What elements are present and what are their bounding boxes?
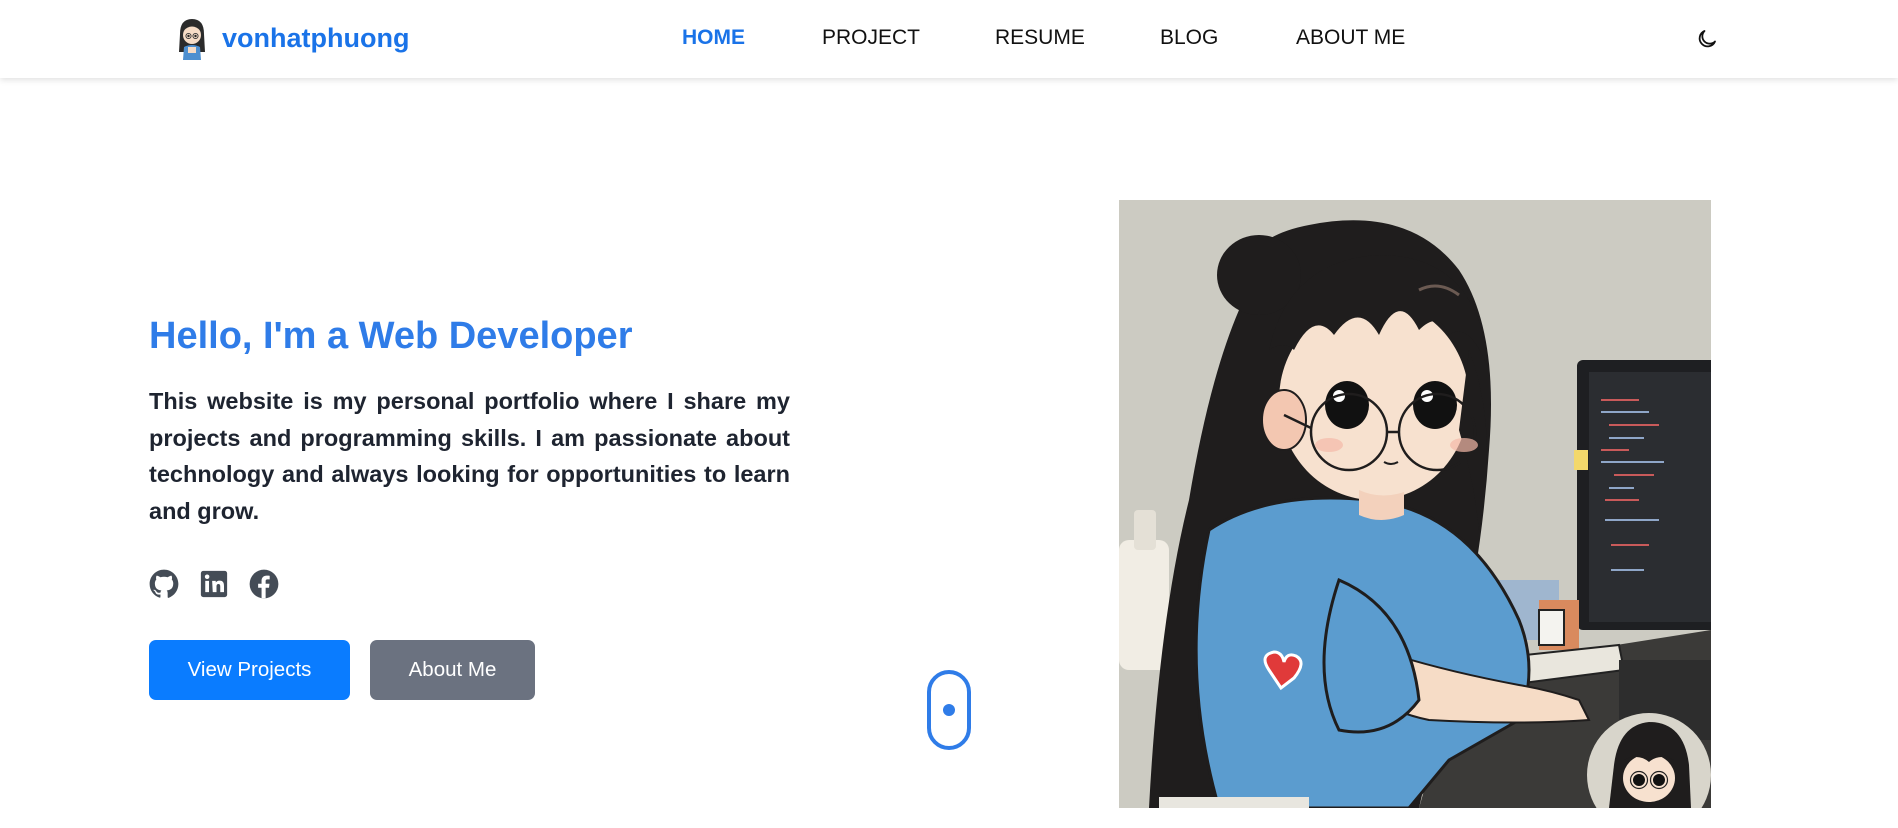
view-projects-button[interactable]: View Projects	[149, 640, 350, 700]
navbar: vonhatphuong HOME PROJECT RESUME BLOG AB…	[0, 0, 1898, 78]
nav-blog[interactable]: BLOG	[1160, 26, 1218, 50]
hero-title: Hello, I'm a Web Developer	[149, 315, 633, 357]
nav-project[interactable]: PROJECT	[822, 26, 920, 50]
moon-icon	[1698, 30, 1716, 48]
about-me-button[interactable]: About Me	[370, 640, 535, 700]
github-icon[interactable]	[149, 569, 179, 599]
nav-resume[interactable]: RESUME	[995, 26, 1085, 50]
mouse-scroll-icon[interactable]	[927, 670, 971, 750]
nav-about-me[interactable]: ABOUT ME	[1296, 26, 1405, 50]
brand-name: vonhatphuong	[222, 23, 410, 53]
developer-girl-illustration	[1119, 200, 1711, 808]
scroll-dot	[943, 704, 955, 716]
hero-illustration	[1119, 200, 1711, 808]
avatar-icon	[179, 19, 205, 60]
social-links	[149, 569, 279, 599]
brand-logo-link[interactable]: vonhatphuong	[174, 16, 409, 60]
facebook-icon[interactable]	[249, 569, 279, 599]
hero-description: This website is my personal portfolio wh…	[149, 388, 790, 525]
linkedin-icon[interactable]	[199, 569, 229, 599]
nav-home[interactable]: HOME	[682, 26, 745, 50]
theme-toggle-button[interactable]	[1692, 24, 1722, 54]
